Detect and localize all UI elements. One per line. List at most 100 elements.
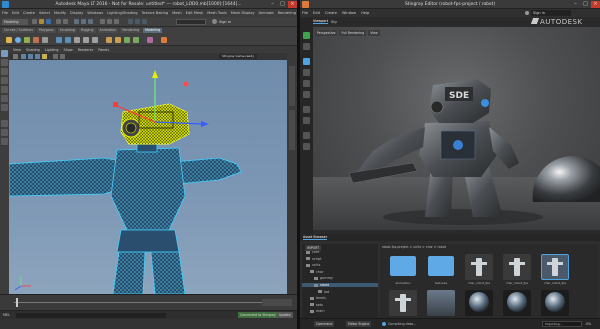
maya-menu-item[interactable]: File — [2, 11, 8, 15]
shelf-tab[interactable]: Sculpting — [57, 28, 78, 33]
save-scene-icon[interactable] — [46, 19, 51, 24]
asset-tile[interactable]: char_robot_fps — [500, 252, 534, 286]
folder-tree-item[interactable]: gummy — [314, 276, 333, 280]
maya-menu-item[interactable]: Mesh — [172, 11, 181, 15]
create-camera-icon[interactable] — [303, 143, 310, 150]
snap-curve-icon[interactable] — [107, 19, 112, 24]
scale-tool-icon[interactable] — [303, 91, 310, 98]
single-view-icon[interactable] — [1, 120, 8, 127]
maya-menu-item[interactable]: Edit — [12, 11, 19, 15]
camera-select-icon[interactable] — [13, 54, 18, 59]
grid-toggle-icon[interactable] — [53, 54, 58, 59]
select-tool-icon[interactable] — [303, 58, 310, 65]
ipr-render-icon[interactable] — [135, 19, 140, 24]
lights-icon[interactable] — [42, 54, 47, 59]
user-icon[interactable] — [525, 11, 529, 15]
stingray-level-viewport[interactable]: Perspective Full Rendering View SDE — [313, 27, 600, 230]
tab-asset-browser[interactable]: Asset Browser — [303, 235, 328, 240]
folder-tree-item[interactable]: char — [310, 270, 324, 274]
open-scene-icon[interactable] — [39, 19, 44, 24]
poly-sphere-icon[interactable] — [15, 37, 21, 43]
maya-menu-item[interactable]: Windows — [87, 11, 103, 15]
shelf-tab-active[interactable]: Modeling — [143, 28, 163, 33]
render-icon[interactable] — [128, 19, 133, 24]
channel-box-tab[interactable] — [289, 66, 295, 106]
panel-menu-item[interactable]: Lighting — [45, 48, 59, 52]
smooth-shade-icon[interactable] — [28, 54, 33, 59]
asset-tile[interactable]: textures — [424, 252, 458, 286]
editor-engine-tab[interactable]: Editor Engine — [346, 321, 372, 327]
move-tool-icon[interactable] — [303, 69, 310, 76]
asset-tile[interactable]: char_robot_fps — [538, 252, 572, 286]
maximize-icon[interactable]: □ — [278, 1, 287, 8]
panel-menu-item[interactable]: Show — [64, 48, 73, 52]
place-tool-icon[interactable] — [303, 106, 310, 113]
maya-time-slider[interactable] — [0, 294, 297, 310]
stingray-sign-in[interactable]: Sign in — [531, 10, 571, 16]
perspective-button[interactable]: Perspective — [315, 30, 338, 36]
command-tab[interactable]: Command — [314, 321, 335, 327]
move-tool-icon[interactable] — [1, 77, 8, 84]
stingray-menu-item[interactable]: Edit — [313, 11, 320, 15]
four-view-icon[interactable] — [1, 129, 8, 136]
playback-controls[interactable] — [262, 299, 292, 306]
attribute-editor-tab[interactable] — [289, 110, 295, 150]
maya-menu-item[interactable]: Rendering — [278, 11, 296, 15]
breadcrumb[interactable]: robot-fps-project > units > char > robot — [382, 245, 446, 249]
stingray-menu-item[interactable]: Create — [325, 11, 337, 15]
stingray-menu-item[interactable]: Window — [342, 11, 356, 15]
maya-menu-item[interactable]: Lighting/Shading — [107, 11, 137, 15]
full-rendering-button[interactable]: Full Rendering — [339, 30, 367, 36]
poly-cube-icon[interactable] — [6, 37, 12, 43]
wireframe-icon[interactable] — [21, 54, 26, 59]
snap-tool-icon[interactable] — [303, 117, 310, 124]
scale-tool-icon[interactable] — [1, 95, 8, 102]
maya-menu-item[interactable]: Mesh Tools — [207, 11, 226, 15]
paint-select-icon[interactable] — [1, 68, 8, 75]
maya-menu-item[interactable]: Texture Baking — [142, 11, 169, 15]
shelf-tab[interactable]: Curves / Surfaces — [2, 28, 35, 33]
asset-tile[interactable] — [462, 288, 496, 322]
asset-tile[interactable]: animation — [386, 252, 420, 286]
panel-menu-item[interactable]: Renderer — [78, 48, 93, 52]
asset-tile[interactable] — [538, 288, 572, 322]
snap-point-icon[interactable] — [114, 19, 119, 24]
asset-tile[interactable] — [424, 288, 458, 322]
rotate-tool-icon[interactable] — [303, 80, 310, 87]
uv-editor-icon[interactable] — [147, 37, 153, 43]
current-frame-marker[interactable] — [16, 298, 18, 307]
stingray-send-icon[interactable] — [161, 37, 167, 43]
maya-viewport[interactable] — [9, 46, 287, 294]
create-light-icon[interactable] — [303, 132, 310, 139]
maya-menu-item[interactable]: Animate — [259, 11, 274, 15]
stingray-menu-item[interactable]: File — [302, 11, 308, 15]
maya-menu-item[interactable]: Create — [23, 11, 35, 15]
close-icon[interactable]: × — [288, 1, 297, 8]
folder-tree-item[interactable]: script — [306, 257, 321, 261]
poly-plane-icon[interactable] — [42, 37, 48, 43]
command-input[interactable] — [16, 313, 166, 318]
minimize-icon[interactable]: – — [571, 1, 580, 8]
update-button[interactable]: Update — [277, 312, 293, 318]
connected-to-stingray-button[interactable]: Connected to Stingray — [238, 312, 278, 318]
maya-menu-item[interactable]: Modify — [54, 11, 66, 15]
search-field[interactable] — [176, 19, 206, 25]
folder-tree-item[interactable]: robot — [302, 283, 378, 287]
maya-menu-item[interactable]: Display — [70, 11, 83, 15]
maya-menu-item[interactable]: Select — [39, 11, 50, 15]
poly-cone-icon[interactable] — [33, 37, 39, 43]
asset-tile[interactable] — [386, 288, 420, 322]
folder-tree-item[interactable]: levels — [310, 296, 326, 300]
asset-tile[interactable]: char_robot_fps — [462, 252, 496, 286]
view-button[interactable]: View — [368, 30, 380, 36]
user-icon[interactable] — [212, 19, 217, 24]
bevel-icon[interactable] — [83, 37, 89, 43]
folder-tree-item[interactable]: sets — [310, 303, 323, 307]
target-weld-icon[interactable] — [115, 37, 121, 43]
outliner-icon[interactable] — [1, 138, 8, 145]
tab-sky[interactable]: Sky — [331, 20, 337, 24]
minimize-icon[interactable]: – — [268, 1, 277, 8]
textured-icon[interactable] — [35, 54, 40, 59]
maya-sign-in[interactable]: Sign in — [219, 20, 231, 24]
shelf-tab[interactable]: Rendering — [120, 28, 142, 33]
